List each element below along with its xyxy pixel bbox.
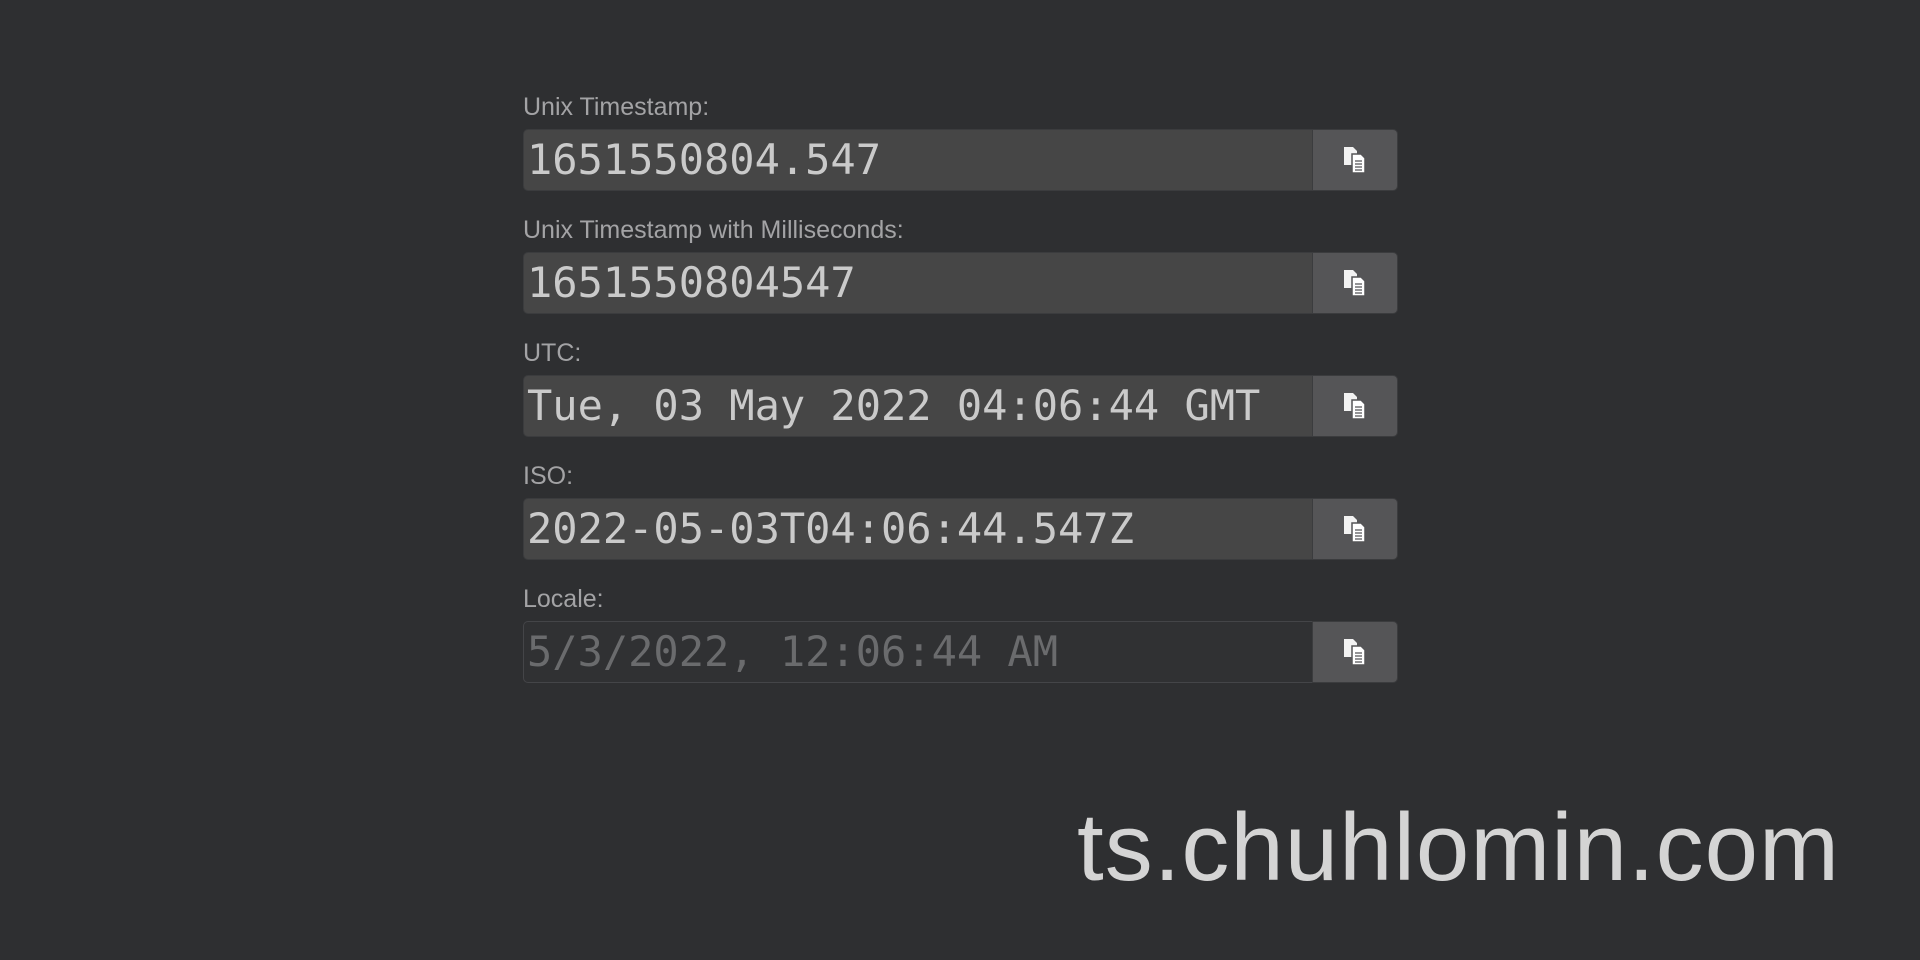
timestamp-fields: Unix Timestamp: 1651550804.547 Unix Time… (523, 93, 1398, 708)
utc-value[interactable]: Tue, 03 May 2022 04:06:44 GMT (523, 375, 1312, 437)
unix-timestamp-value[interactable]: 1651550804.547 (523, 129, 1312, 191)
unix-timestamp-label: Unix Timestamp: (523, 93, 710, 121)
copy-icon (1344, 270, 1366, 297)
copy-locale-button[interactable] (1312, 621, 1398, 683)
copy-icon (1344, 393, 1366, 420)
copy-utc-button[interactable] (1312, 375, 1398, 437)
locale-field: Locale: 5/3/2022, 12:06:44 AM (523, 585, 1398, 683)
copy-unix-timestamp-button[interactable] (1312, 129, 1398, 191)
unix-timestamp-ms-value[interactable]: 1651550804547 (523, 252, 1312, 314)
site-watermark: ts.chuhlomin.com (1077, 794, 1840, 901)
locale-row: 5/3/2022, 12:06:44 AM (523, 621, 1398, 683)
iso-label: ISO: (523, 462, 574, 490)
iso-value[interactable]: 2022-05-03T04:06:44.547Z (523, 498, 1312, 560)
copy-icon (1344, 639, 1366, 666)
unix-timestamp-field: Unix Timestamp: 1651550804.547 (523, 93, 1398, 191)
utc-field: UTC: Tue, 03 May 2022 04:06:44 GMT (523, 339, 1398, 437)
copy-unix-timestamp-ms-button[interactable] (1312, 252, 1398, 314)
copy-icon (1344, 516, 1366, 543)
unix-timestamp-row: 1651550804.547 (523, 129, 1398, 191)
unix-timestamp-ms-label: Unix Timestamp with Milliseconds: (523, 216, 904, 244)
unix-timestamp-ms-row: 1651550804547 (523, 252, 1398, 314)
utc-label: UTC: (523, 339, 582, 367)
locale-label: Locale: (523, 585, 604, 613)
copy-iso-button[interactable] (1312, 498, 1398, 560)
unix-timestamp-ms-field: Unix Timestamp with Milliseconds: 165155… (523, 216, 1398, 314)
iso-field: ISO: 2022-05-03T04:06:44.547Z (523, 462, 1398, 560)
copy-icon (1344, 147, 1366, 174)
utc-row: Tue, 03 May 2022 04:06:44 GMT (523, 375, 1398, 437)
iso-row: 2022-05-03T04:06:44.547Z (523, 498, 1398, 560)
locale-value[interactable]: 5/3/2022, 12:06:44 AM (523, 621, 1312, 683)
